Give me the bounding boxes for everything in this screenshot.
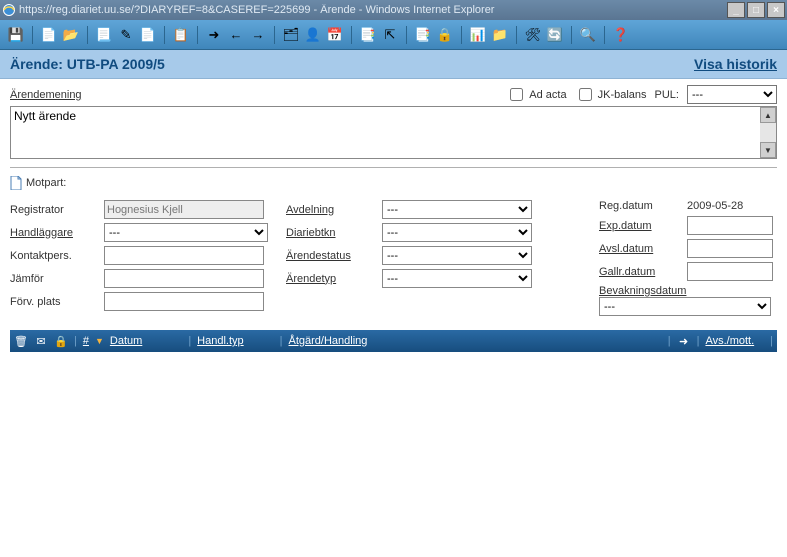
folder-icon[interactable]: 📁 xyxy=(492,27,508,43)
kontaktpers-field[interactable] xyxy=(104,246,264,265)
arrow-right-blue-icon[interactable]: ➜ xyxy=(206,27,222,43)
col-handltyp[interactable]: Handl.typ xyxy=(197,335,243,347)
reg-datum-label: Reg.datum xyxy=(599,200,681,212)
export-icon[interactable]: ⇱ xyxy=(382,27,398,43)
ad-acta-checkbox[interactable]: Ad acta xyxy=(506,85,566,104)
document-icon xyxy=(10,176,22,190)
handlaggare-select[interactable]: --- xyxy=(104,223,268,242)
help-icon[interactable]: ❓ xyxy=(613,27,629,43)
forv-plats-label: Förv. plats xyxy=(10,296,98,308)
avsl-datum-field[interactable] xyxy=(687,239,773,258)
copy-page-icon[interactable]: 📄 xyxy=(140,27,156,43)
jk-balans-label: JK-balans xyxy=(598,89,647,101)
window-minimize-button[interactable]: _ xyxy=(727,2,745,18)
arrow-right-green-icon[interactable]: → xyxy=(250,27,266,43)
reg-datum-value: 2009-05-28 xyxy=(687,200,777,212)
avdelning-select[interactable]: --- xyxy=(382,200,532,219)
arendetyp-label: Ärendetyp xyxy=(286,273,376,285)
registrator-label: Registrator xyxy=(10,204,98,216)
person-icon[interactable]: 👤 xyxy=(305,27,321,43)
chart-icon[interactable]: 📊 xyxy=(470,27,486,43)
diariebtkn-label: Diariebtkn xyxy=(286,227,376,239)
main-toolbar: 💾 📄 📂 📃 ✎ 📄 📋 ➜ ← → 🗂 👤 📅 📑 ⇱ 📑 🔒 📊 📁 🛠 🔄 🔍 ❓ xyxy=(0,20,787,50)
motpart-label: Motpart: xyxy=(26,177,66,189)
actions-table-header: 🗑 ✉ 🔒 | # ▼ Datum | Handl.typ | Åtgärd/H… xyxy=(10,330,777,352)
sort-indicator-icon: ▼ xyxy=(95,336,104,346)
handlaggare-label: Handläggare xyxy=(10,227,98,239)
pul-label: PUL: xyxy=(655,89,679,101)
arendemening-field: Nytt ärende ▲ ▼ xyxy=(10,106,777,159)
arendestatus-label: Ärendestatus xyxy=(286,250,376,262)
gallr-datum-field[interactable] xyxy=(687,262,773,281)
card-icon[interactable]: 🗂 xyxy=(283,27,299,43)
calendar-icon[interactable]: 📅 xyxy=(327,27,343,43)
jamfor-label: Jämför xyxy=(10,273,98,285)
registrator-field xyxy=(104,200,264,219)
ie-icon xyxy=(2,3,16,17)
window-close-button[interactable]: × xyxy=(767,2,785,18)
window-title: https://reg.diariet.uu.se/?DIARYREF=8&CA… xyxy=(19,4,727,16)
window-maximize-button[interactable]: □ xyxy=(747,2,765,18)
search-icon[interactable]: 🔍 xyxy=(580,27,596,43)
col-avsmott[interactable]: Avs./mott. xyxy=(705,335,754,347)
arendestatus-select[interactable]: --- xyxy=(382,246,532,265)
pul-select[interactable]: --- xyxy=(687,85,777,104)
lock-icon[interactable]: 🔒 xyxy=(437,27,453,43)
open-icon[interactable]: 📂 xyxy=(63,27,79,43)
kontaktpers-label: Kontaktpers. xyxy=(10,250,98,262)
avdelning-label: Avdelning xyxy=(286,204,376,216)
col-datum[interactable]: Datum xyxy=(110,335,142,347)
ad-acta-label: Ad acta xyxy=(529,89,566,101)
forv-plats-field[interactable] xyxy=(104,292,264,311)
case-header: Ärende: UTB-PA 2009/5 Visa historik xyxy=(0,50,787,79)
edit-icon[interactable]: ✎ xyxy=(118,27,134,43)
mail-icon[interactable]: ✉ xyxy=(34,334,48,348)
arendemening-textarea[interactable]: Nytt ärende xyxy=(11,107,760,155)
exp-datum-field[interactable] xyxy=(687,216,773,235)
new-doc-icon[interactable]: 📄 xyxy=(41,27,57,43)
jamfor-field[interactable] xyxy=(104,269,264,288)
jk-balans-checkbox[interactable]: JK-balans xyxy=(575,85,647,104)
copy-multi-icon[interactable]: 📑 xyxy=(415,27,431,43)
ad-acta-input[interactable] xyxy=(510,88,523,101)
arrow-left-red-icon[interactable]: ← xyxy=(228,27,244,43)
tool-icon[interactable]: 🛠 xyxy=(525,27,541,43)
case-title: Ärende: UTB-PA 2009/5 xyxy=(10,56,165,72)
trash-icon[interactable]: 🗑 xyxy=(14,334,28,348)
col-atgard[interactable]: Åtgärd/Handling xyxy=(289,335,368,347)
scroll-down-icon[interactable]: ▼ xyxy=(760,142,776,158)
page-icon[interactable]: 📃 xyxy=(96,27,112,43)
avsl-datum-label: Avsl.datum xyxy=(599,243,681,255)
arendemening-label: Ärendemening xyxy=(10,89,82,101)
bevakningsdatum-label: Bevakningsdatum xyxy=(599,285,686,297)
show-history-link[interactable]: Visa historik xyxy=(694,56,777,72)
list-icon[interactable]: 📋 xyxy=(173,27,189,43)
jk-balans-input[interactable] xyxy=(579,88,592,101)
bevakningsdatum-select[interactable]: --- xyxy=(599,297,771,316)
gallr-datum-label: Gallr.datum xyxy=(599,266,681,278)
exp-datum-label: Exp.datum xyxy=(599,220,681,232)
list2-icon[interactable]: 📑 xyxy=(360,27,376,43)
save-icon[interactable]: 💾 xyxy=(8,27,24,43)
window-titlebar: https://reg.diariet.uu.se/?DIARYREF=8&CA… xyxy=(0,0,787,20)
textarea-scrollbar[interactable]: ▲ ▼ xyxy=(760,107,776,158)
lock-col-icon[interactable]: 🔒 xyxy=(54,334,68,348)
scroll-up-icon[interactable]: ▲ xyxy=(760,107,776,123)
arendetyp-select[interactable]: --- xyxy=(382,269,532,288)
arrow-col-icon[interactable]: ➜ xyxy=(677,334,691,348)
refresh-icon[interactable]: 🔄 xyxy=(547,27,563,43)
diariebtkn-select[interactable]: --- xyxy=(382,223,532,242)
col-num[interactable]: # xyxy=(83,335,89,347)
